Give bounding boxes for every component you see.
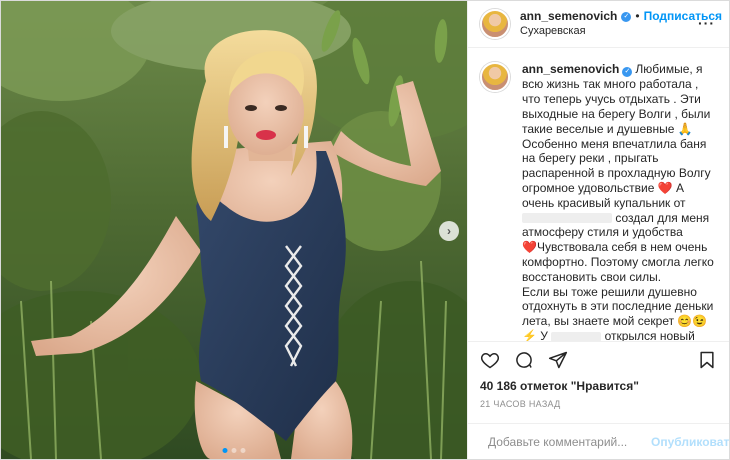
publish-button[interactable]: Опубликовать <box>651 435 730 449</box>
hidden-mention <box>522 213 612 224</box>
verified-badge-icon: ✓ <box>622 67 633 78</box>
location-link[interactable]: Сухаревская <box>520 24 722 39</box>
likes-count[interactable]: 40 186 отметок "Нравится" <box>468 377 729 395</box>
username-link[interactable]: ann_semenovich <box>520 9 617 24</box>
post-photo[interactable]: › <box>1 1 467 459</box>
avatar[interactable] <box>480 9 510 39</box>
post-timestamp[interactable]: 21 ЧАСОВ НАЗАД <box>468 395 729 423</box>
avatar[interactable] <box>480 62 510 92</box>
carousel-dot <box>240 448 246 453</box>
separator: • <box>635 9 640 23</box>
add-comment-bar: Опубликовать <box>468 423 730 459</box>
instagram-post: › ann_semenovich ✓ • Подписаться Сухарев… <box>0 0 730 460</box>
carousel-dot <box>231 448 237 453</box>
comment-input[interactable] <box>488 434 643 449</box>
post-caption: ann_semenovich ✓ Любимые, я всю жизнь так … <box>522 62 717 341</box>
carousel-next-button[interactable]: › <box>439 221 459 241</box>
caption-username[interactable]: ann_semenovich <box>522 62 619 76</box>
carousel-dot <box>222 448 228 453</box>
post-header: ann_semenovich ✓ • Подписаться Сухаревск… <box>468 1 729 48</box>
comments-area[interactable]: ann_semenovich ✓ Любимые, я всю жизнь так … <box>468 48 729 341</box>
caption-text: У <box>536 328 552 341</box>
heart-emoji: ❤️ <box>522 240 537 255</box>
caption-text: Любимые, я всю жизнь так много работала … <box>522 62 711 195</box>
share-icon[interactable] <box>548 350 568 370</box>
bolt-emoji: ⚡ <box>522 328 537 341</box>
save-icon[interactable] <box>697 350 717 370</box>
comment-icon[interactable] <box>514 350 534 370</box>
action-bar <box>468 341 729 377</box>
hidden-mention <box>551 331 602 341</box>
heart-emoji: ❤️ <box>657 180 673 195</box>
verified-badge-icon: ✓ <box>621 11 632 22</box>
post-side-panel: ann_semenovich ✓ • Подписаться Сухаревск… <box>467 1 730 459</box>
heart-icon[interactable] <box>480 350 500 370</box>
carousel-indicator <box>222 448 246 453</box>
caption-text: Чувствовала себя в нем очень комфортно. … <box>522 240 714 329</box>
photo-illustration <box>1 1 467 459</box>
more-options-icon[interactable]: ··· <box>698 15 715 31</box>
